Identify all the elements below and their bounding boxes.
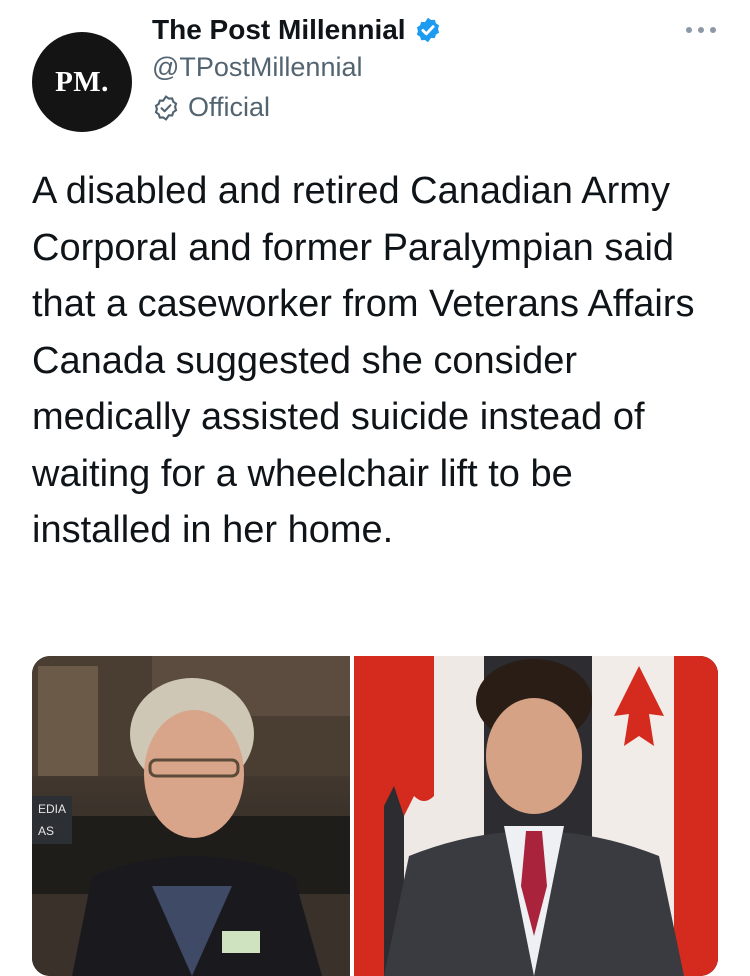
tweet-text: A disabled and retired Canadian Army Cor… bbox=[32, 170, 695, 551]
tweet-photo-right[interactable] bbox=[354, 656, 718, 976]
official-label: Official bbox=[188, 92, 271, 122]
official-badge-icon bbox=[154, 94, 178, 121]
avatar[interactable]: PM. bbox=[32, 32, 132, 132]
display-name-row[interactable]: The Post Millennial bbox=[152, 14, 442, 46]
display-name[interactable]: The Post Millennial bbox=[152, 14, 406, 46]
official-label-row: Official bbox=[152, 92, 270, 123]
media-panel-label: EDIA AS bbox=[32, 796, 72, 844]
tweet-photo-left[interactable]: EDIA AS bbox=[32, 656, 350, 976]
committee-witness-image bbox=[32, 656, 350, 976]
tweet-media[interactable]: EDIA AS bbox=[32, 656, 718, 976]
press-conference-image bbox=[354, 656, 718, 976]
more-options-icon[interactable] bbox=[684, 20, 718, 40]
verified-badge-icon bbox=[416, 17, 439, 43]
account-handle[interactable]: @TPostMillennial bbox=[152, 52, 362, 83]
